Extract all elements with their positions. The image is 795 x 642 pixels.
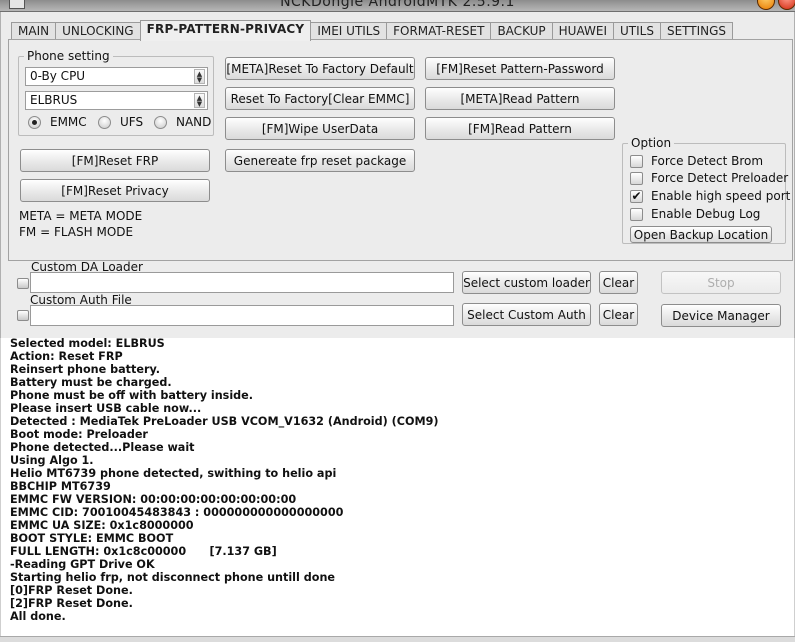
- main-window: MAIN UNLOCKING FRP-PATTERN-PRIVACY IMEI …: [0, 12, 795, 338]
- window-title: NCKDongle AndroidMTK 2.5.9.1: [280, 0, 515, 10]
- radio-emmc-label: EMMC: [50, 115, 87, 129]
- clear-auth-button[interactable]: Clear: [599, 303, 638, 326]
- tab-frp-pattern-privacy[interactable]: FRP-PATTERN-PRIVACY: [139, 20, 312, 41]
- enable-debug-log-checkbox[interactable]: Enable Debug Log: [630, 207, 760, 221]
- log-line: [0]FRP Reset Done.: [10, 584, 133, 597]
- log-line: Using Algo 1.: [10, 454, 94, 467]
- cpu-select[interactable]: 0-By CPU ▲ ▼: [25, 67, 208, 86]
- wipe-userdata-button[interactable]: [FM]Wipe UserData: [225, 117, 415, 140]
- enable-debug-log-label: Enable Debug Log: [651, 207, 761, 221]
- log-line: FULL LENGTH: 0x1c8c00000 [7.137 GB]: [10, 545, 277, 558]
- force-detect-brom-label: Force Detect Brom: [651, 154, 764, 168]
- force-detect-preloader-checkbox[interactable]: Force Detect Preloader: [630, 171, 788, 185]
- radio-unchecked-icon: [98, 115, 111, 129]
- meta-read-pattern-button[interactable]: [META]Read Pattern: [425, 87, 615, 110]
- enable-high-speed-port-checkbox[interactable]: ✔ Enable high speed port: [630, 189, 790, 203]
- model-select[interactable]: ELBRUS ▲ ▼: [25, 91, 208, 110]
- phone-setting-legend: Phone setting: [27, 49, 110, 63]
- radio-ufs[interactable]: UFS: [98, 115, 143, 129]
- reset-pattern-password-button[interactable]: [FM]Reset Pattern-Password: [425, 57, 615, 80]
- log-line: Phone must be off with battery inside.: [10, 389, 254, 402]
- tab-bar: MAIN UNLOCKING FRP-PATTERN-PRIVACY IMEI …: [11, 20, 734, 41]
- log-line: BBCHIP MT6739: [10, 480, 111, 493]
- title-bar: NCKDongle AndroidMTK 2.5.9.1: [0, 0, 795, 12]
- radio-emmc[interactable]: EMMC: [28, 115, 87, 129]
- custom-da-loader-input[interactable]: [30, 272, 454, 293]
- checkbox-unchecked-icon: [630, 207, 643, 221]
- log-line: Please insert USB cable now...: [10, 402, 202, 415]
- meta-reset-factory-button[interactable]: [META]Reset To Factory Default: [225, 57, 415, 80]
- log-line: EMMC CID: 70010045483843 : 0000000000000…: [10, 506, 344, 519]
- device-manager-button[interactable]: Device Manager: [661, 304, 781, 327]
- force-detect-preloader-label: Force Detect Preloader: [651, 171, 789, 185]
- status-bar: [0, 636, 795, 642]
- checkmark-icon: ✔: [630, 188, 643, 203]
- reset-privacy-button[interactable]: [FM]Reset Privacy: [20, 179, 210, 202]
- log-line: EMMC UA SIZE: 0x1c8000000: [10, 519, 194, 532]
- log-line: Battery must be charged.: [10, 376, 172, 389]
- model-select-value: ELBRUS: [30, 93, 78, 107]
- custom-auth-file-checkbox[interactable]: [17, 310, 29, 321]
- meta-mode-note: META = META MODE: [19, 209, 143, 223]
- log-line: Selected model: ELBRUS: [10, 338, 165, 350]
- custom-auth-file-input[interactable]: [30, 305, 454, 326]
- log-line: BOOT STYLE: EMMC BOOT: [10, 532, 174, 545]
- open-backup-location-button[interactable]: Open Backup Location: [630, 226, 772, 243]
- clear-loader-button[interactable]: Clear: [599, 271, 638, 294]
- checkbox-unchecked-icon: [630, 171, 643, 185]
- fm-read-pattern-button[interactable]: [FM]Read Pattern: [425, 117, 615, 140]
- spinner-arrows-icon[interactable]: ▲ ▼: [194, 69, 205, 84]
- log-output[interactable]: Selected model: ELBRUS Action: Reset FRP R…: [0, 338, 795, 636]
- spinner-arrows-icon[interactable]: ▲ ▼: [194, 93, 205, 108]
- log-line: Reinsert phone battery.: [10, 363, 160, 376]
- log-line: Starting helio frp, not disconnect phone…: [10, 571, 335, 584]
- cpu-select-value: 0-By CPU: [30, 69, 86, 83]
- log-line: Phone detected...Please wait: [10, 441, 195, 454]
- custom-da-loader-checkbox[interactable]: [17, 278, 29, 289]
- flash-mode-note: FM = FLASH MODE: [19, 225, 134, 239]
- reset-frp-button[interactable]: [FM]Reset FRP: [20, 149, 210, 172]
- log-line: All done.: [10, 610, 66, 623]
- enable-high-speed-port-label: Enable high speed port: [651, 189, 791, 203]
- force-detect-brom-checkbox[interactable]: Force Detect Brom: [630, 154, 763, 168]
- stop-button[interactable]: Stop: [661, 271, 781, 294]
- checkbox-unchecked-icon: [630, 154, 643, 168]
- log-line: Detected : MediaTek PreLoader USB VCOM_V…: [10, 415, 439, 428]
- log-line: EMMC FW VERSION: 00:00:00:00:00:00:00:00: [10, 493, 297, 506]
- log-line: -Reading GPT Drive OK: [10, 558, 155, 571]
- radio-ufs-label: UFS: [120, 115, 144, 129]
- log-line: [2]FRP Reset Done.: [10, 597, 133, 610]
- select-custom-auth-button[interactable]: Select Custom Auth: [462, 303, 591, 326]
- radio-nand-label: NAND: [176, 115, 212, 129]
- option-legend: Option: [631, 136, 672, 150]
- generate-frp-package-button[interactable]: Genereate frp reset package: [225, 149, 415, 172]
- select-custom-loader-button[interactable]: Select custom loader: [462, 271, 591, 294]
- radio-checked-icon: [28, 115, 41, 129]
- radio-nand[interactable]: NAND: [154, 115, 211, 129]
- frp-pattern-privacy-panel: Phone setting 0-By CPU ▲ ▼ ELBRUS ▲ ▼ EMMC…: [8, 39, 793, 261]
- log-line: Helio MT6739 phone detected, swithing to…: [10, 467, 337, 480]
- radio-unchecked-icon: [154, 115, 167, 129]
- log-line: Boot mode: Preloader: [10, 428, 148, 441]
- log-line: Action: Reset FRP: [10, 350, 123, 363]
- reset-factory-clear-emmc-button[interactable]: Reset To Factory[Clear EMMC]: [225, 87, 415, 110]
